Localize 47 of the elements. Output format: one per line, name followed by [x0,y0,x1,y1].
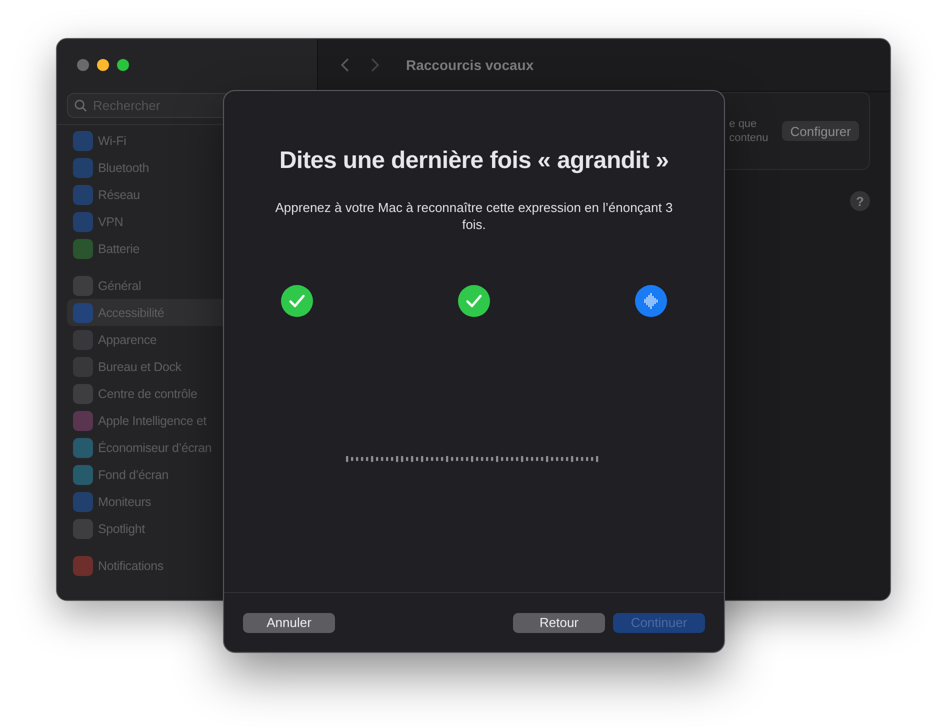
sidebar-item[interactable]: Apparence [67,326,224,353]
checkmark-icon [281,285,313,317]
sidebar-item[interactable]: Notifications [67,552,224,579]
settings-icon [73,384,93,404]
configure-button[interactable]: Configurer [782,121,859,141]
settings-icon [73,212,93,232]
back-icon[interactable] [340,57,350,73]
sidebar-item[interactable]: Batterie [67,235,224,262]
close-icon[interactable] [77,59,89,71]
settings-icon [73,158,93,178]
forward-icon[interactable] [370,57,380,73]
window-title: Raccourcis vocaux [406,57,534,73]
zoom-icon[interactable] [117,59,129,71]
waveform-icon [635,285,667,317]
dialog-description: Apprenez à votre Mac à reconnaître cette expression en l’énonçant 3 fois. [274,199,674,233]
sidebar-item[interactable]: Bluetooth [67,154,224,181]
back-button[interactable]: Retour [513,612,605,632]
card-text: e que [729,117,757,131]
settings-icon [73,438,93,458]
sidebar-item[interactable]: Bureau et Dock [67,353,224,380]
sidebar-item[interactable]: Apple Intelligence et [67,407,224,434]
sidebar-item[interactable]: VPN [67,208,224,235]
sidebar-item[interactable]: Réseau [67,181,224,208]
sidebar-item[interactable]: Économiseur d’écran [67,434,224,461]
sidebar-item[interactable]: Général [67,272,224,299]
sidebar-item[interactable]: Wi-Fi [67,127,224,154]
sidebar-item[interactable]: Fond d’écran [67,461,224,488]
settings-icon [73,184,93,204]
card-text: contenu [729,131,768,145]
settings-icon [73,410,93,430]
settings-icon [73,492,93,512]
sidebar-item[interactable]: Centre de contrôle [67,380,224,407]
checkmark-icon [458,285,490,317]
settings-icon [73,276,93,296]
search-icon [74,99,87,112]
sidebar-item[interactable]: Spotlight [67,515,224,542]
settings-icon [73,302,93,322]
settings-icon [73,238,93,258]
settings-icon [73,518,93,538]
settings-icon [73,556,93,576]
sidebar-item[interactable]: Moniteurs [67,488,224,515]
dialog-title: Dites une dernière fois « agrandit » [279,147,669,175]
settings-icon [73,130,93,150]
minimize-icon[interactable] [97,59,109,71]
settings-icon [73,464,93,484]
cancel-button[interactable]: Annuler [243,612,335,632]
help-button[interactable]: ? [850,191,870,211]
